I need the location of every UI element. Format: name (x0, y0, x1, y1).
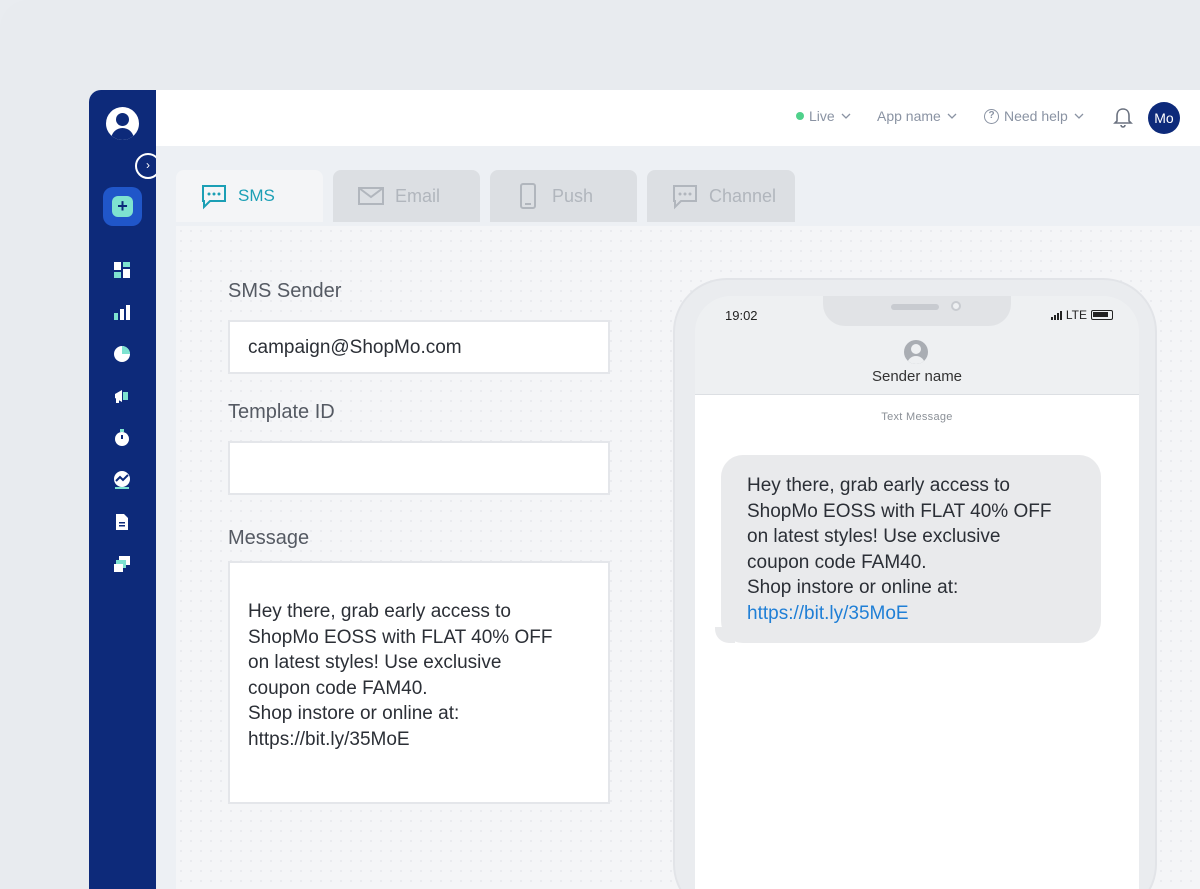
channel-icon (673, 185, 697, 210)
signal-icon (1050, 310, 1062, 320)
status-dot-icon (796, 112, 804, 120)
insights-icon[interactable] (112, 470, 132, 490)
phone-time: 19:02 (725, 308, 758, 323)
status-label: Live (809, 108, 835, 124)
sms-sender-value: campaign@ShopMo.com (248, 337, 462, 358)
chevron-down-icon (841, 113, 851, 119)
tab-sms[interactable]: SMS (176, 170, 323, 222)
tab-push-label: Push (552, 185, 594, 206)
battery-icon (1091, 310, 1113, 320)
chevron-down-icon (1074, 113, 1084, 119)
app-selector-dropdown[interactable]: App name (877, 108, 958, 124)
user-avatar[interactable]: Mo (1148, 102, 1180, 134)
plus-icon: + (112, 196, 133, 217)
message-value: Hey there, grab early access to ShopMo E… (248, 601, 553, 750)
analytics-icon[interactable] (112, 302, 132, 322)
bubble-text: Hey there, grab early access to ShopMo E… (747, 475, 1052, 598)
segments-icon[interactable] (112, 344, 132, 364)
message-bubble: Hey there, grab early access to ShopMo E… (715, 455, 1101, 643)
templates-icon[interactable] (112, 554, 132, 574)
app-name-label: App name (877, 108, 941, 124)
status-dropdown[interactable]: Live (796, 108, 852, 124)
chevron-down-icon (947, 113, 957, 119)
sidebar: › + (89, 90, 161, 889)
notifications-bell-icon[interactable] (1113, 107, 1133, 129)
top-bar: Live App name ? Need help Mo (156, 90, 1200, 146)
tab-channel-label: Channel (709, 185, 777, 206)
sms-sender-field[interactable]: campaign@ShopMo.com (228, 320, 610, 374)
tab-email-label: Email (395, 185, 441, 206)
contact-avatar-icon (904, 340, 928, 364)
phone-status-bar: LTE (1050, 308, 1113, 322)
help-icon: ? (984, 108, 999, 124)
phone-preview-screen: 19:02 LTE Sender name Text Message Hey t… (695, 296, 1139, 889)
template-id-label: Template ID (228, 401, 335, 423)
campaigns-icon[interactable] (112, 386, 132, 406)
create-button[interactable]: + (103, 187, 142, 226)
profile-avatar[interactable] (106, 107, 139, 140)
network-label: LTE (1065, 308, 1087, 322)
phone-notch (823, 296, 1011, 326)
content-icon[interactable] (112, 512, 132, 532)
tab-push[interactable]: Push (490, 170, 637, 222)
message-thread: Text Message Hey there, grab early acces… (695, 394, 1139, 889)
bubble-link[interactable]: https://bit.ly/35MoE (747, 601, 1075, 627)
dashboard-icon[interactable] (112, 260, 132, 280)
tab-sms-label: SMS (238, 186, 275, 205)
message-label: Message (228, 527, 310, 549)
email-icon (358, 187, 384, 205)
template-id-field[interactable] (228, 441, 610, 495)
tab-email[interactable]: Email (333, 170, 480, 222)
message-textarea[interactable]: Hey there, grab early access to ShopMo E… (228, 561, 610, 804)
thread-label: Text Message (881, 411, 953, 423)
sms-sender-label: SMS Sender (228, 280, 342, 302)
push-icon (520, 183, 536, 209)
sms-icon (202, 185, 226, 210)
flows-icon[interactable] (112, 428, 132, 448)
sender-name: Sender name (871, 368, 963, 385)
tab-channel[interactable]: Channel (647, 170, 795, 222)
help-dropdown[interactable]: ? Need help (984, 108, 1085, 124)
help-label: Need help (1004, 108, 1068, 124)
